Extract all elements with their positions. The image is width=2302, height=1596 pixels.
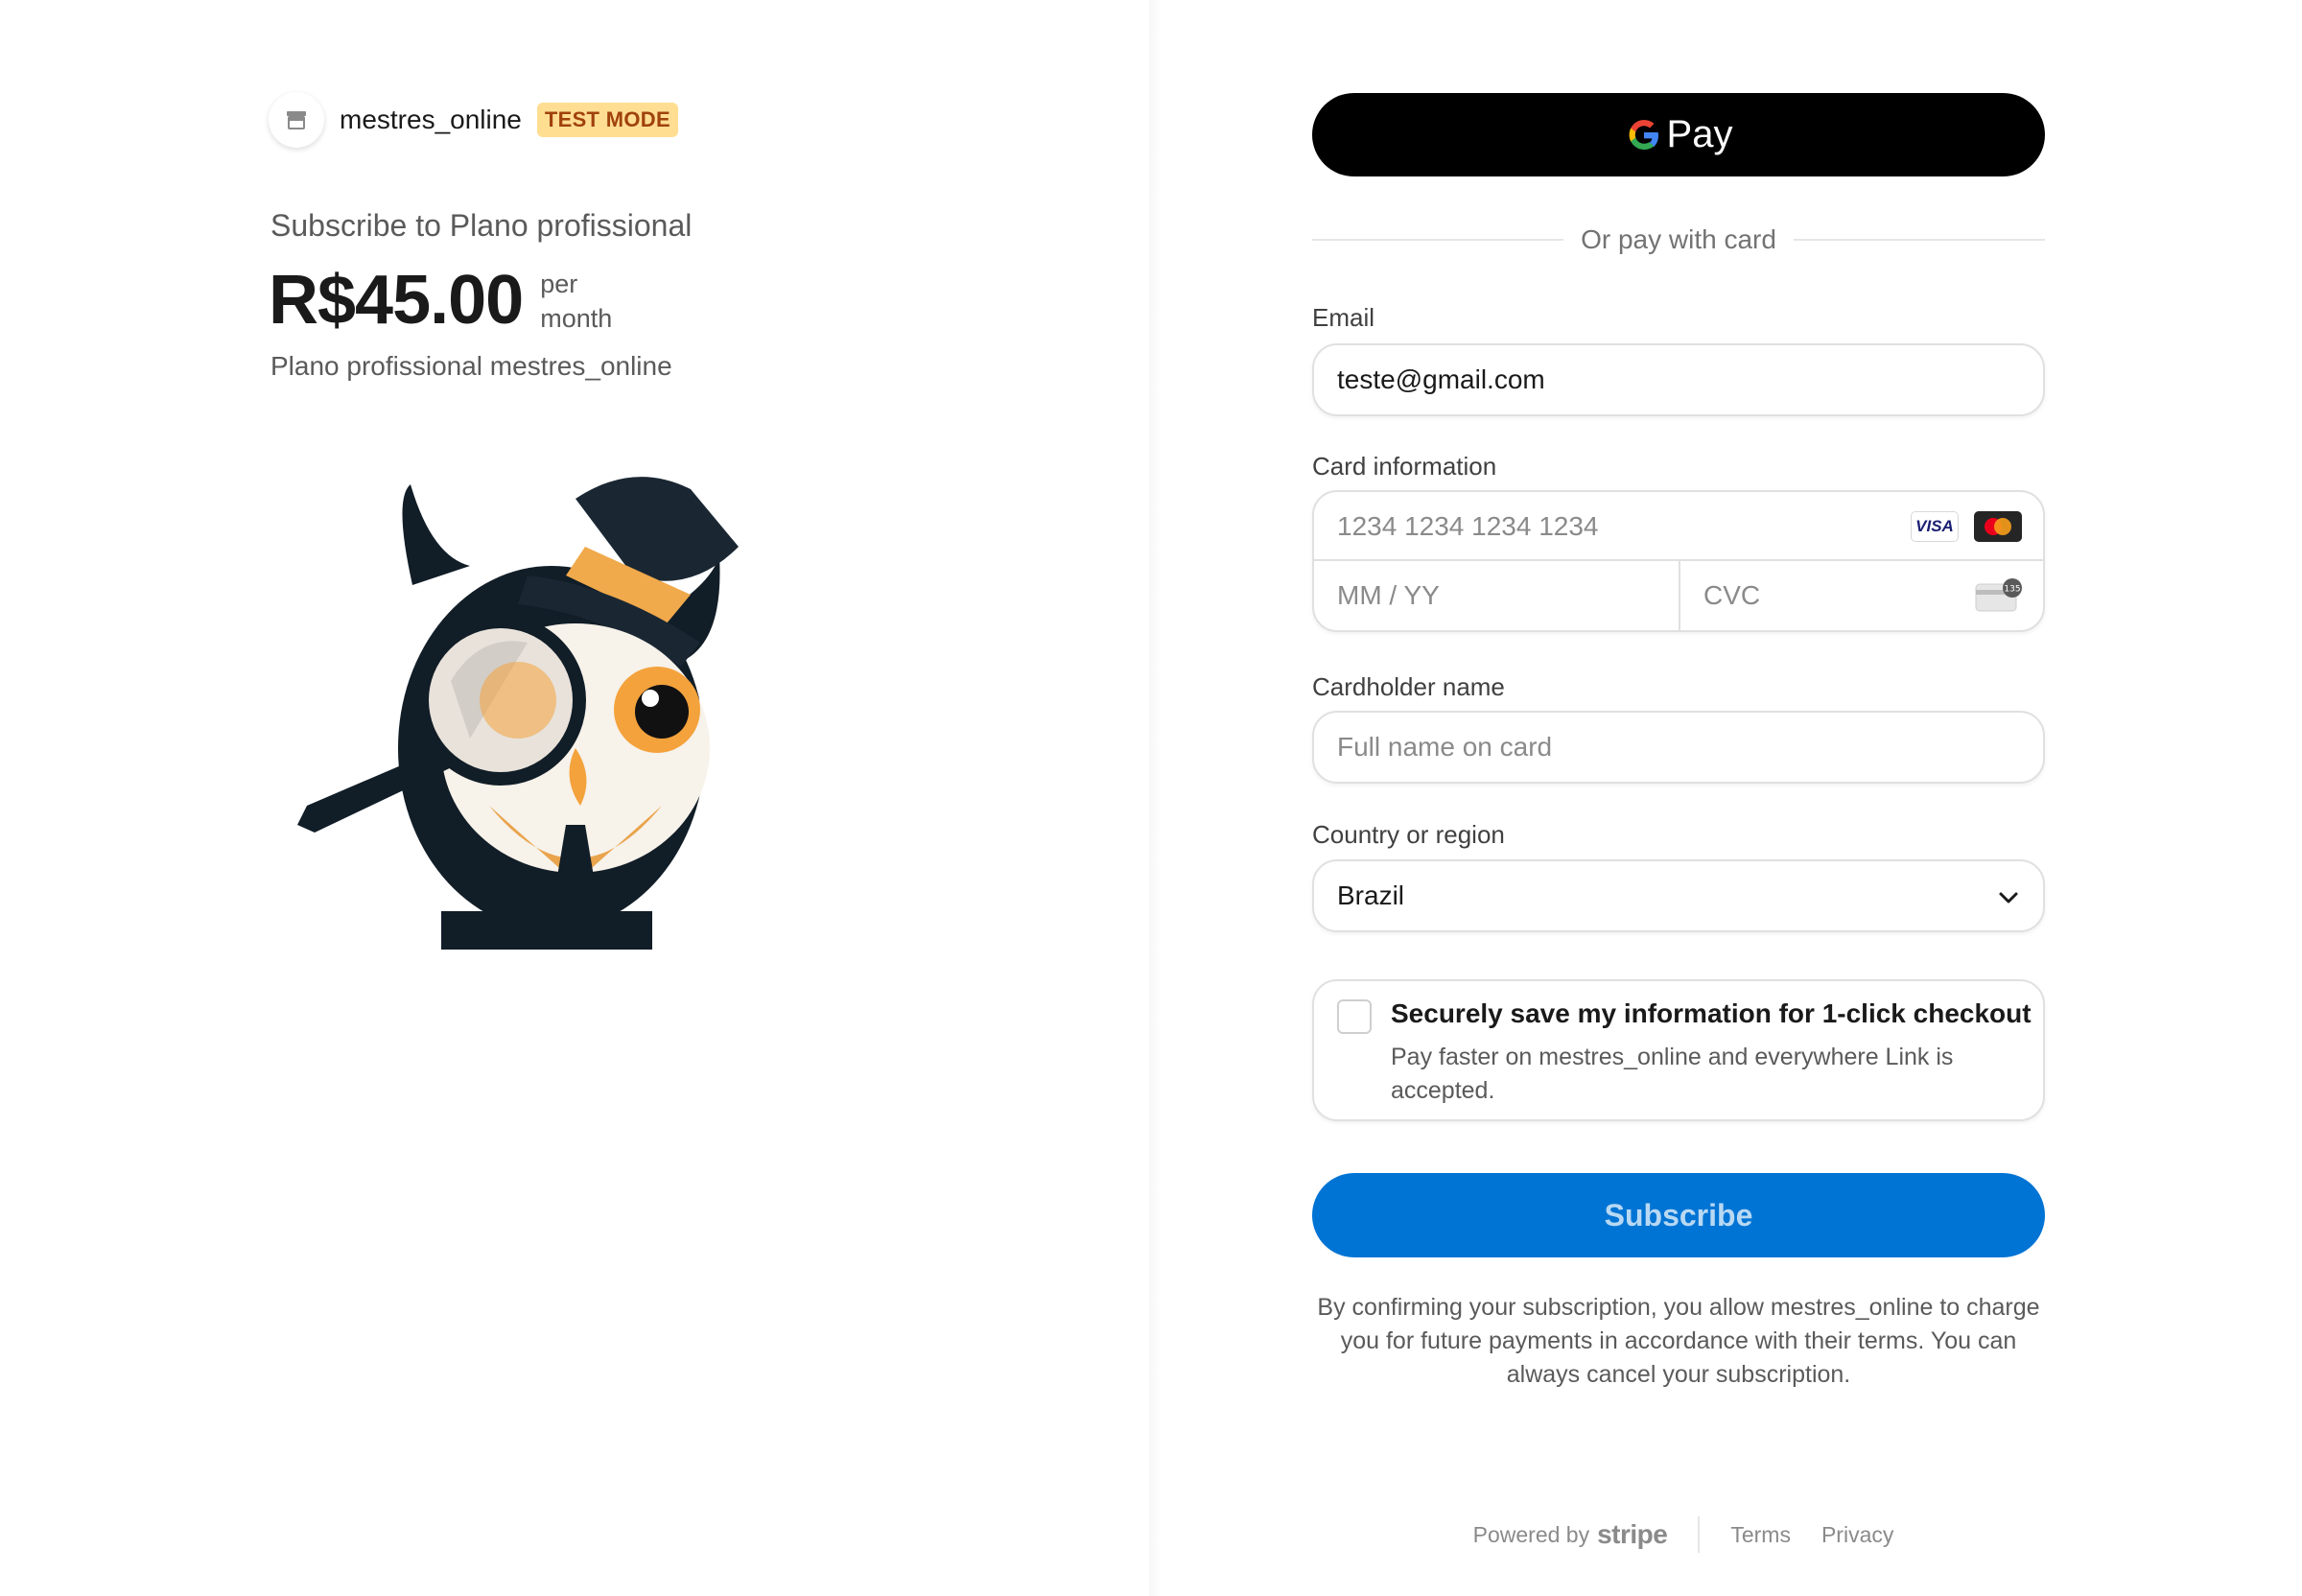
country-select[interactable]: Brazil	[1312, 859, 2045, 932]
payment-form-pane: Pay Or pay with card Email teste@gmail.c…	[1161, 0, 2302, 1596]
google-pay-button[interactable]: Pay	[1312, 93, 2045, 176]
country-selected-value: Brazil	[1337, 880, 1405, 910]
card-cvc-input[interactable]: CVC 135	[1680, 561, 2043, 630]
cvc-card-icon: 135	[1975, 578, 2022, 612]
subscribe-button[interactable]: Subscribe	[1312, 1173, 2045, 1257]
interval-line-2: month	[540, 304, 613, 333]
or-pay-with-card-divider: Or pay with card	[1312, 223, 2046, 257]
owl-mascot-image	[297, 477, 739, 950]
card-number-input[interactable]: 1234 1234 1234 1234 VISA	[1314, 492, 2043, 561]
visa-text: VISA	[1915, 517, 1954, 535]
order-summary-pane: mestres_online TEST MODE Subscribe to Pl…	[0, 0, 1149, 1596]
billing-interval: per month	[540, 267, 612, 336]
visa-icon: VISA	[1911, 511, 1959, 542]
chevron-down-icon	[1999, 892, 2018, 904]
card-information-label: Card information	[1312, 452, 1497, 481]
email-label: Email	[1312, 303, 1375, 332]
test-mode-badge: TEST MODE	[536, 103, 678, 137]
interval-line-1: per	[540, 270, 578, 298]
pane-divider	[1149, 0, 1161, 1596]
card-information-group: 1234 1234 1234 1234 VISA MM / YY CVC 135	[1312, 490, 2045, 632]
merchant-logo[interactable]	[269, 92, 324, 148]
stripe-logo[interactable]: stripe	[1597, 1519, 1668, 1550]
save-info-checkbox[interactable]	[1337, 999, 1372, 1034]
powered-by-text: Powered by	[1472, 1521, 1590, 1547]
merchant-name: mestres_online	[340, 105, 522, 134]
subscription-terms-text: By confirming your subscription, you all…	[1317, 1294, 2040, 1388]
cardholder-name-placeholder: Full name on card	[1337, 732, 1553, 762]
cardholder-name-label: Cardholder name	[1312, 672, 1505, 701]
google-g-icon	[1629, 119, 1658, 150]
cardholder-name-field[interactable]: Full name on card	[1312, 711, 2045, 784]
footer-separator	[1698, 1516, 1701, 1553]
price-row: R$45.00 per month	[269, 259, 612, 341]
plan-description: Plano profissional mestres_online	[270, 351, 672, 381]
divider-line	[1793, 239, 2046, 241]
subscribe-button-label: Subscribe	[1604, 1197, 1753, 1232]
subscribe-title: Subscribe to Plano profissional	[270, 208, 693, 243]
store-icon	[287, 111, 306, 129]
save-info-title: Securely save my information for 1-click…	[1391, 998, 2032, 1028]
card-expiry-placeholder: MM / YY	[1337, 580, 1440, 610]
email-field[interactable]: teste@gmail.com	[1312, 343, 2045, 416]
terms-link[interactable]: Terms	[1730, 1522, 1791, 1548]
card-number-placeholder: 1234 1234 1234 1234	[1337, 511, 1599, 541]
price-amount: R$45.00	[269, 262, 524, 339]
divider-line	[1312, 239, 1564, 241]
privacy-link[interactable]: Privacy	[1821, 1522, 1893, 1548]
email-value: teste@gmail.com	[1337, 364, 1545, 394]
country-label: Country or region	[1312, 820, 1505, 849]
card-expiry-input[interactable]: MM / YY	[1314, 561, 1680, 630]
mastercard-icon	[1974, 511, 2022, 542]
footer: Powered by stripe Terms Privacy	[1161, 1515, 2196, 1554]
or-pay-with-card-text: Or pay with card	[1581, 224, 1776, 254]
merchant-header: mestres_online TEST MODE	[269, 92, 678, 148]
card-cvc-placeholder: CVC	[1703, 580, 1761, 610]
google-pay-label: Pay	[1666, 113, 1733, 155]
save-info-box: Securely save my information for 1-click…	[1312, 979, 2045, 1121]
save-info-description: Pay faster on mestres_online and everywh…	[1391, 1044, 1954, 1104]
cvc-hint-text: 135	[2004, 585, 2020, 595]
